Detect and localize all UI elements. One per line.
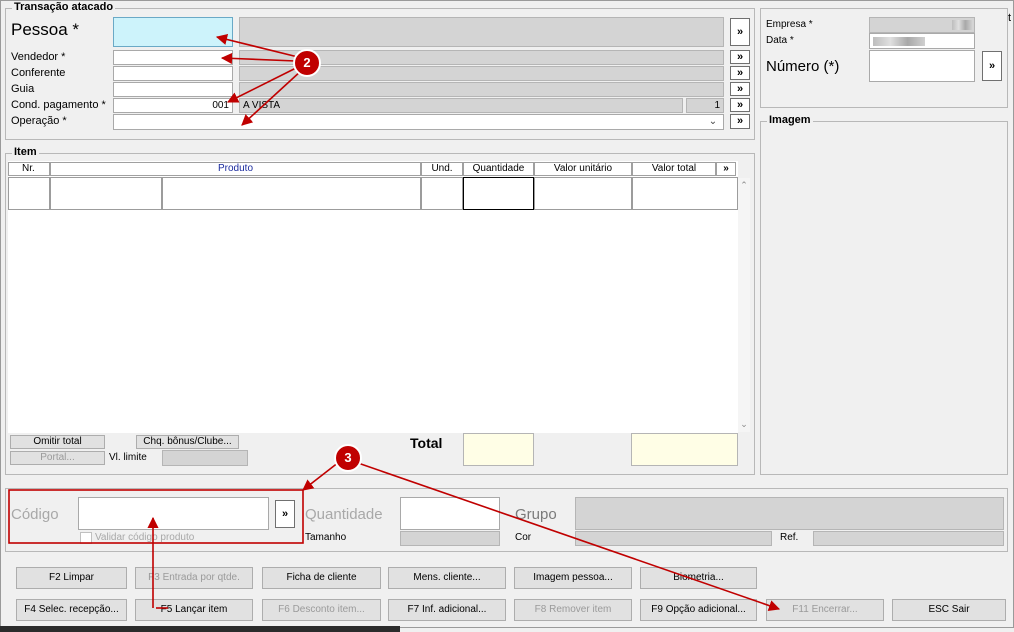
callout-2-label: 2 xyxy=(303,55,311,70)
callout-2-arrows xyxy=(215,33,303,126)
callout-3-arrows xyxy=(147,461,781,611)
annotation-overlay xyxy=(8,33,781,611)
callout-3-label: 3 xyxy=(344,450,352,465)
codigo-highlight-box xyxy=(8,489,304,544)
